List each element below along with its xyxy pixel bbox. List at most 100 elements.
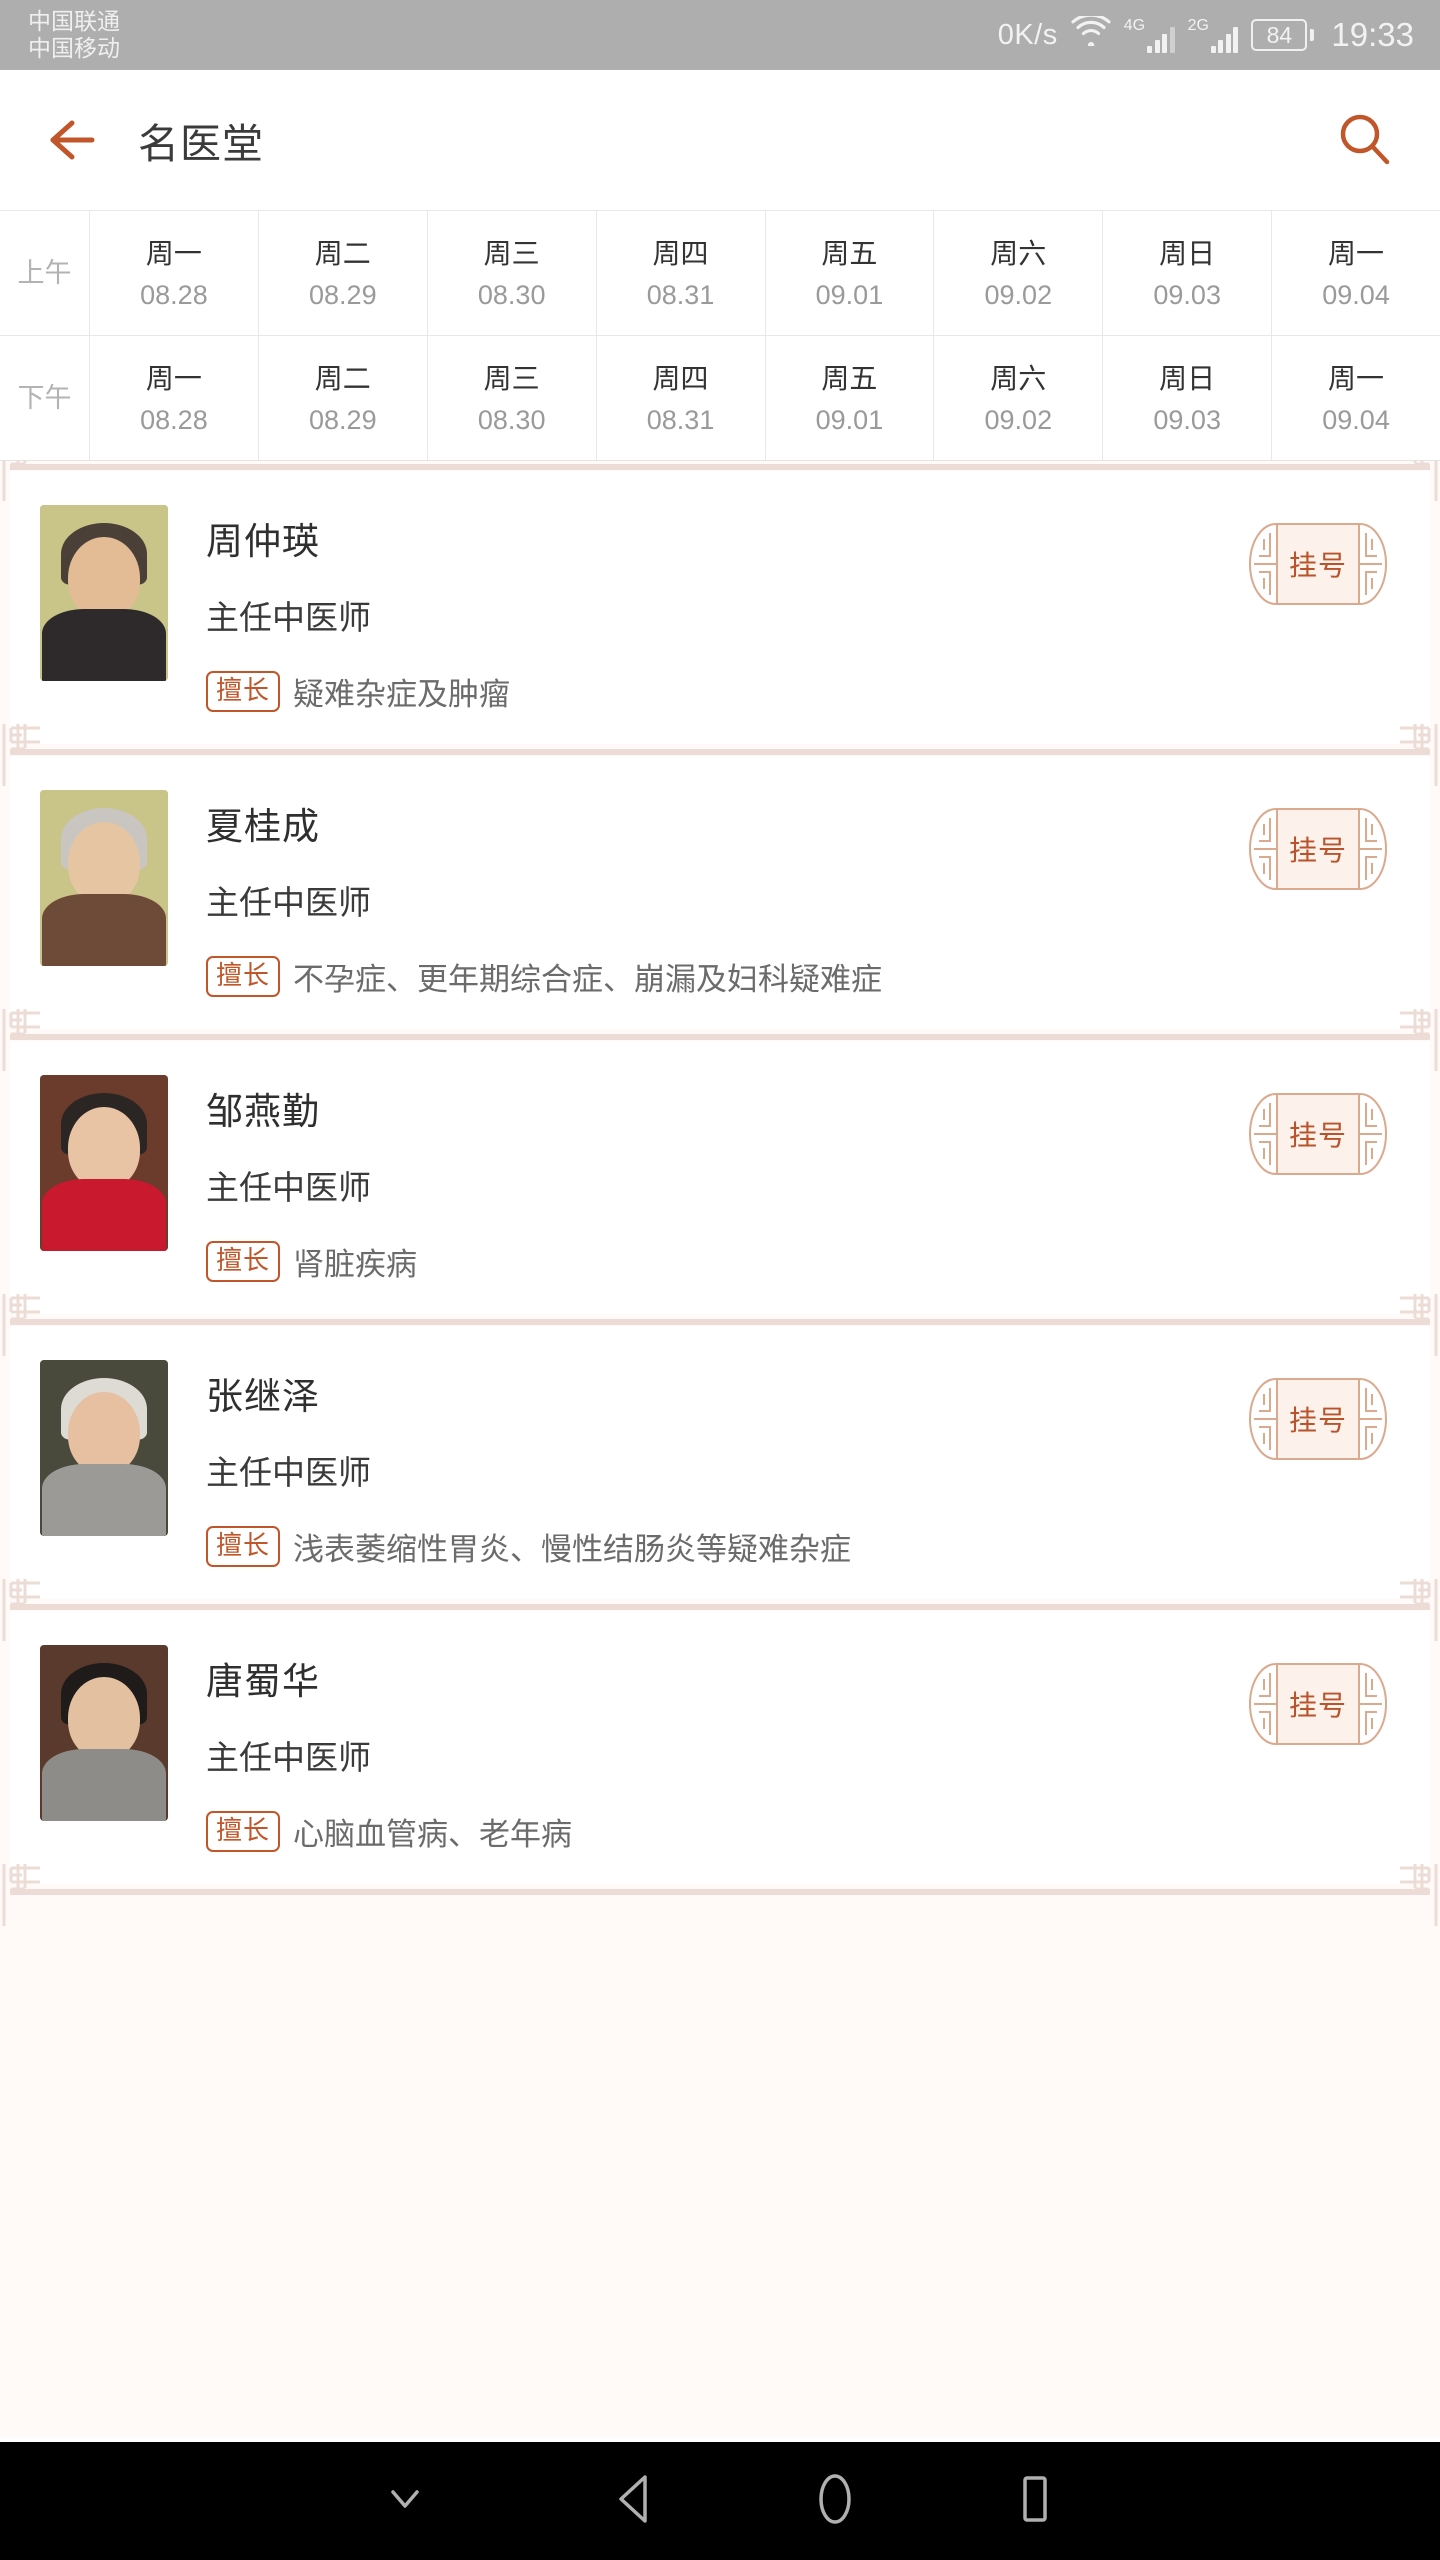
register-button-ornament-icon	[1359, 1663, 1387, 1745]
carrier-labels: 中国联通 中国移动	[28, 8, 120, 62]
back-arrow-icon[interactable]	[40, 110, 100, 170]
schedule-day-cell[interactable]: 周四 08.31	[597, 336, 766, 460]
schedule-weekday: 周五	[821, 362, 878, 394]
doctor-photo	[40, 1075, 168, 1251]
doctor-list[interactable]: 周仲瑛 主任中医师 擅长 疑难杂症及肿瘤 挂号 夏桂成 主任中医师 擅长 不孕症、更年期综合症、…	[0, 461, 1440, 2437]
wifi-icon	[1071, 13, 1111, 54]
schedule-date: 08.31	[646, 404, 715, 435]
schedule-day-cell[interactable]: 周一 09.04	[1272, 211, 1440, 335]
recents-button[interactable]	[935, 2442, 1135, 2560]
schedule-day-cell[interactable]: 周六 09.02	[934, 336, 1104, 460]
register-cap-right	[1358, 808, 1388, 890]
schedule-day-cell[interactable]: 周五 09.01	[766, 211, 935, 335]
schedule-day-cell[interactable]: 周二 08.29	[259, 336, 428, 460]
doctor-info: 唐蜀华主任中医师擅长 心脑血管病、老年病	[168, 1645, 1248, 1854]
battery-nub	[1310, 29, 1315, 41]
doctor-card[interactable]: 张继泽 主任中医师 擅长 浅表萎缩性胃炎、慢性结肠炎等疑难杂症 挂号	[10, 1326, 1430, 1599]
status-indicators: 0K/s 4G 2G 84 19:33	[998, 0, 1414, 70]
schedule-date: 08.28	[140, 404, 208, 435]
register-button[interactable]: 挂号	[1248, 1378, 1388, 1460]
doctor-title: 主任中医师	[206, 599, 371, 636]
doctor-name: 唐蜀华	[206, 1661, 320, 1702]
schedule-day-cell[interactable]: 周一 08.28	[90, 336, 259, 460]
card-divider-ornament	[0, 461, 1440, 501]
schedule-day-cell[interactable]: 周一 09.04	[1272, 336, 1440, 460]
doctor-card[interactable]: 夏桂成 主任中医师 擅长 不孕症、更年期综合症、崩漏及妇科疑难症 挂号	[10, 756, 1430, 1029]
hide-nav-button[interactable]	[305, 2442, 505, 2560]
specialty-text: 肾脏疾病	[293, 1247, 418, 1282]
schedule-weekday: 周四	[652, 362, 709, 394]
sim2-bars	[1210, 26, 1239, 53]
schedule-day-cell[interactable]: 周三 08.30	[428, 336, 597, 460]
schedule-day-cell[interactable]: 周二 08.29	[259, 211, 428, 335]
register-cap-left	[1248, 523, 1278, 605]
schedule-day-cell[interactable]: 周日 09.03	[1103, 211, 1273, 335]
schedule-day-cell[interactable]: 周五 09.01	[766, 336, 935, 460]
schedule-date: 08.30	[477, 404, 546, 435]
back-button[interactable]	[535, 2442, 735, 2560]
doctor-card[interactable]: 邹燕勤 主任中医师 擅长 肾脏疾病 挂号	[10, 1041, 1430, 1314]
register-button-ornament-icon	[1359, 808, 1387, 890]
schedule-day-cell[interactable]: 周三 08.30	[428, 211, 597, 335]
register-cap-right	[1358, 1378, 1388, 1460]
doctor-card[interactable]: 周仲瑛 主任中医师 擅长 疑难杂症及肿瘤 挂号	[10, 471, 1430, 744]
schedule-date: 09.04	[1322, 404, 1390, 435]
schedule-weekday: 周一	[145, 362, 202, 394]
register-button[interactable]: 挂号	[1248, 523, 1388, 605]
schedule-weekday: 周六	[990, 362, 1047, 394]
network-speed: 0K/s	[997, 18, 1058, 51]
schedule-day-cell[interactable]: 周四 08.31	[597, 211, 766, 335]
schedule-weekday: 周一	[1328, 237, 1385, 269]
doctor-photo	[40, 1645, 168, 1821]
schedule-weekday: 周日	[1159, 362, 1216, 394]
register-cap-left	[1248, 1663, 1278, 1745]
schedule-date: 09.03	[1153, 279, 1221, 310]
doctor-specialty-row: 擅长 心脑血管病、老年病	[206, 1809, 1248, 1854]
doctor-name: 张继泽	[206, 1376, 320, 1417]
register-button-ornament-icon	[1359, 1378, 1387, 1460]
schedule-weekday: 周二	[314, 362, 371, 394]
battery-level: 84	[1251, 19, 1308, 51]
doctor-title: 主任中医师	[206, 1739, 371, 1776]
schedule-day-cell[interactable]: 周一 08.28	[90, 211, 259, 335]
register-button[interactable]: 挂号	[1248, 1093, 1388, 1175]
specialty-tag: 擅长	[206, 1811, 281, 1852]
doctor-info: 夏桂成 主任中医师 擅长 不孕症、更年期综合症、崩漏及妇科疑难症	[168, 790, 1248, 999]
search-icon[interactable]	[1334, 109, 1396, 171]
doctor-name: 夏桂成	[206, 806, 320, 847]
schedule-day-cell[interactable]: 周日 09.03	[1103, 336, 1273, 460]
register-button-label: 挂号	[1288, 835, 1347, 866]
specialty-text: 浅表萎缩性胃炎、慢性结肠炎等疑难杂症	[293, 1532, 852, 1567]
chevron-down-icon	[387, 2486, 423, 2517]
schedule-date: 09.01	[815, 279, 884, 310]
register-button-ornament-icon	[1249, 523, 1277, 605]
doctor-photo	[40, 790, 168, 966]
sim2-signal: 2G	[1188, 17, 1239, 53]
doctor-info: 张继泽 主任中医师 擅长 浅表萎缩性胃炎、慢性结肠炎等疑难杂症	[168, 1360, 1248, 1569]
home-button[interactable]	[735, 2442, 935, 2560]
doctor-name: 周仲瑛	[206, 521, 320, 562]
schedule-weekday: 周五	[821, 237, 878, 269]
schedule-date: 09.02	[984, 404, 1053, 435]
card-divider-ornament	[0, 1579, 1440, 1641]
status-bar: 中国联通 中国移动 0K/s 4G 2G 84 19:33	[0, 0, 1440, 70]
schedule-weekday: 周四	[652, 237, 709, 269]
schedule-date: 08.28	[140, 279, 208, 310]
schedule-period-label: 下午	[0, 336, 90, 460]
schedule-date: 09.03	[1153, 404, 1221, 435]
doctor-card-content: 张继泽 主任中医师 擅长 浅表萎缩性胃炎、慢性结肠炎等疑难杂症 挂号	[10, 1360, 1430, 1569]
register-button[interactable]: 挂号	[1248, 808, 1388, 890]
circle-home-icon	[813, 2472, 857, 2531]
doctor-photo	[40, 505, 168, 681]
specialty-text: 心脑血管病、老年病	[293, 1817, 573, 1852]
schedule-day-cell[interactable]: 周六 09.02	[934, 211, 1104, 335]
register-cap-left	[1248, 1093, 1278, 1175]
register-button-label: 挂号	[1288, 1405, 1347, 1436]
clock: 19:33	[1331, 16, 1414, 53]
register-cap-left	[1248, 808, 1278, 890]
doctor-card[interactable]: 唐蜀华 主任中医师 擅长 心脑血管病、老年病 挂号	[10, 1611, 1430, 1884]
register-button[interactable]: 挂号	[1248, 1663, 1388, 1745]
doctor-specialty-row: 擅长 浅表萎缩性胃炎、慢性结肠炎等疑难杂症	[206, 1524, 1248, 1569]
square-recents-icon	[1014, 2474, 1056, 2529]
doctor-title: 主任中医师	[206, 1169, 371, 1206]
